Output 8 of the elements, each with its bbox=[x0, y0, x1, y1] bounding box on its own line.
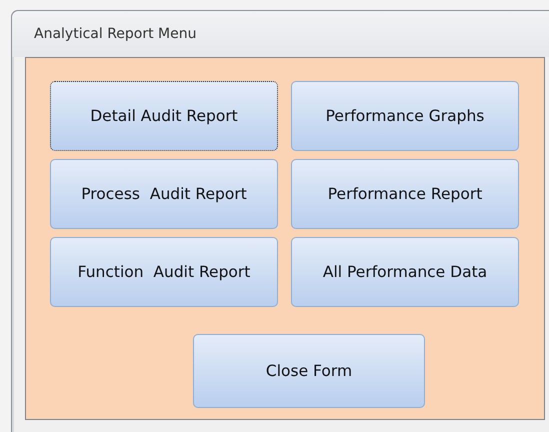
report-button[interactable]: Function Audit Report bbox=[50, 237, 278, 307]
report-button[interactable]: Performance Graphs bbox=[291, 81, 519, 151]
report-button[interactable]: Detail Audit Report bbox=[50, 81, 278, 151]
report-button[interactable]: Process Audit Report bbox=[50, 159, 278, 229]
close-button[interactable]: Close Form bbox=[193, 334, 425, 408]
window-title: Analytical Report Menu bbox=[34, 26, 196, 42]
report-button[interactable]: Performance Report bbox=[291, 159, 519, 229]
report-button[interactable]: All Performance Data bbox=[291, 237, 519, 307]
